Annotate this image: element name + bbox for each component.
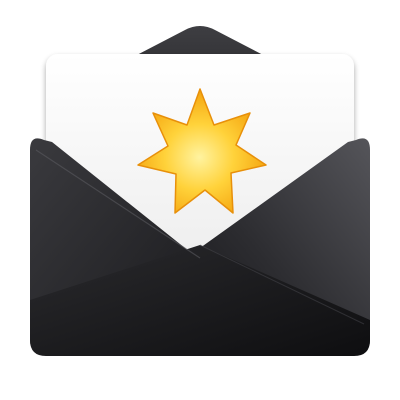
mail-app-icon[interactable] [0, 0, 400, 400]
envelope-icon [30, 26, 370, 356]
